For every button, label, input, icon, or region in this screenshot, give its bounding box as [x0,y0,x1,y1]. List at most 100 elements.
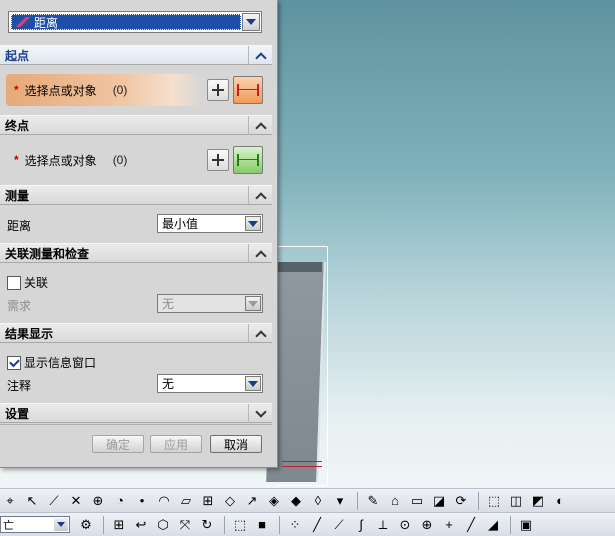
annotation-select[interactable]: 无 [157,374,263,393]
view-iso-icon[interactable]: ⬚ [484,492,504,510]
tag-icon[interactable]: ⌂ [385,492,405,510]
select-face-icon[interactable]: ◈ [264,492,284,510]
diagonal-line-icon[interactable]: ╱ [461,516,481,534]
line-icon[interactable]: ╱ [307,516,327,534]
snap-arc-center-icon[interactable]: ⊕ [88,492,108,510]
select-feature-icon[interactable]: ◊ [308,492,328,510]
tangent-icon[interactable]: ⟂ [373,516,393,534]
frame-icon[interactable]: ▭ [407,492,427,510]
collapse-results-button[interactable] [248,324,272,343]
snap-intersection-icon[interactable]: ✕ [66,492,86,510]
apply-button[interactable]: 应用 [150,435,202,453]
chevron-down-icon[interactable] [245,216,261,231]
snap-midpoint-icon[interactable]: ↖ [22,492,42,510]
chevron-down-icon [254,405,267,418]
grid-select-icon[interactable]: ⊞ [109,516,129,534]
associative-label: 关联 [24,276,49,290]
transform-icon[interactable]: ⟳ [451,492,471,510]
measure-icon[interactable]: ✎ [363,492,383,510]
filter-icon[interactable]: ⚙ [76,516,96,534]
chevron-up-icon [254,51,267,64]
section-results-header[interactable]: 结果显示 [0,323,272,343]
collapse-start-button[interactable] [248,46,272,65]
start-point-selector[interactable]: * 选择点或对象 (0) [6,74,202,106]
view-more-icon[interactable]: ◐ [550,492,570,510]
distance-mode-value: 最小值 [162,217,199,231]
plus-icon[interactable]: + [439,516,459,534]
section-settings-header[interactable]: 设置 [0,403,272,423]
measure-type-dropdown[interactable]: 距离 [8,11,262,33]
snap-control-point-icon[interactable]: ⟋ [44,492,64,510]
collapse-end-button[interactable] [248,116,272,135]
snap-quadrant-icon[interactable]: ◔ [110,492,130,510]
start-point-dialog-button[interactable] [207,79,229,101]
crosshair-icon[interactable]: ⊕ [417,516,437,534]
chevron-up-icon [254,249,267,262]
collapse-associate-button[interactable] [248,244,272,263]
end-point-dialog-button[interactable] [207,149,229,171]
associative-checkbox[interactable] [7,275,21,290]
point-plus-icon [212,84,224,96]
ok-button[interactable]: 确定 [92,435,144,453]
requirement-select: 无 [157,294,263,313]
end-snap-options-button[interactable] [233,146,263,174]
show-info-window-row[interactable]: 显示信息窗口 [7,354,96,371]
associative-checkbox-row[interactable]: 关联 [7,274,48,291]
chevron-down-icon[interactable] [54,518,68,531]
snap-pole-icon[interactable]: ◇ [220,492,240,510]
end-point-selector[interactable]: * 选择点或对象 (0) [6,144,202,176]
snap-point-on-face-icon[interactable]: ▱ [176,492,196,510]
section-associate-title: 关联测量和检查 [5,246,90,261]
section-end-header[interactable]: 终点 [0,115,272,135]
ruler-icon [16,17,30,27]
section-end-title: 终点 [5,118,30,133]
select-body-icon[interactable]: ◆ [286,492,306,510]
toolbar-separator [224,515,225,534]
surface-icon[interactable]: ◢ [483,516,503,534]
view-section-icon[interactable]: ◫ [506,492,526,510]
section-start-header[interactable]: 起点 [0,45,272,65]
curve-icon[interactable]: ∫ [351,516,371,534]
section-start-title: 起点 [5,48,30,63]
selection-filter-value: 亡 [3,519,14,532]
point-plus-icon [212,154,224,166]
box-3d-icon[interactable]: ▣ [516,516,536,534]
show-info-window-checkbox[interactable] [7,355,21,370]
distance-mode-select[interactable]: 最小值 [157,214,263,233]
start-snap-options-button[interactable] [233,76,263,104]
points-icon[interactable]: ⁘ [285,516,305,534]
box-select-icon[interactable]: ⬚ [230,516,250,534]
toolbar-separator [478,491,479,510]
required-star-icon: * [14,153,19,167]
red-marker [282,461,322,467]
snap-point-on-curve-icon[interactable]: ◠ [154,492,174,510]
chevron-down-icon[interactable] [242,13,260,31]
polyline-icon[interactable]: ⟋ [329,516,349,534]
collapse-measure-button[interactable] [248,186,272,205]
axis-icon[interactable]: ⤧ [175,516,195,534]
select-cursor-icon[interactable]: ↗ [242,492,262,510]
show-info-window-label: 显示信息窗口 [24,356,97,370]
circle-center-icon[interactable]: ⊙ [395,516,415,534]
undo-arrow-icon[interactable]: ↩ [131,516,151,534]
toolbar-separator [510,515,511,534]
solid-cube-icon[interactable]: ■ [252,516,272,534]
section-associate-header[interactable]: 关联测量和检查 [0,243,272,263]
section-measure-header[interactable]: 测量 [0,185,272,205]
cube-outline-icon[interactable]: ⬡ [153,516,173,534]
select-more-icon[interactable]: ▾ [330,492,350,510]
snap-bounded-grid-icon[interactable]: ⊞ [198,492,218,510]
snap-endpoint-icon[interactable]: ⌖ [0,492,20,510]
cancel-button[interactable]: 取消 [210,435,262,453]
snap-existing-point-icon[interactable]: • [132,492,152,510]
view-shade-icon[interactable]: ◩ [528,492,548,510]
distance-label: 距离 [7,219,32,233]
chevron-up-icon [254,191,267,204]
chevron-down-icon[interactable] [245,376,261,391]
expand-settings-button[interactable] [248,404,272,423]
rotate-icon[interactable]: ↻ [197,516,217,534]
end-select-count: (0) [112,153,128,167]
eraser-icon[interactable]: ◪ [429,492,449,510]
end-select-label: 选择点或对象 [24,153,97,168]
selection-filter-combo[interactable]: 亡 [0,516,70,533]
